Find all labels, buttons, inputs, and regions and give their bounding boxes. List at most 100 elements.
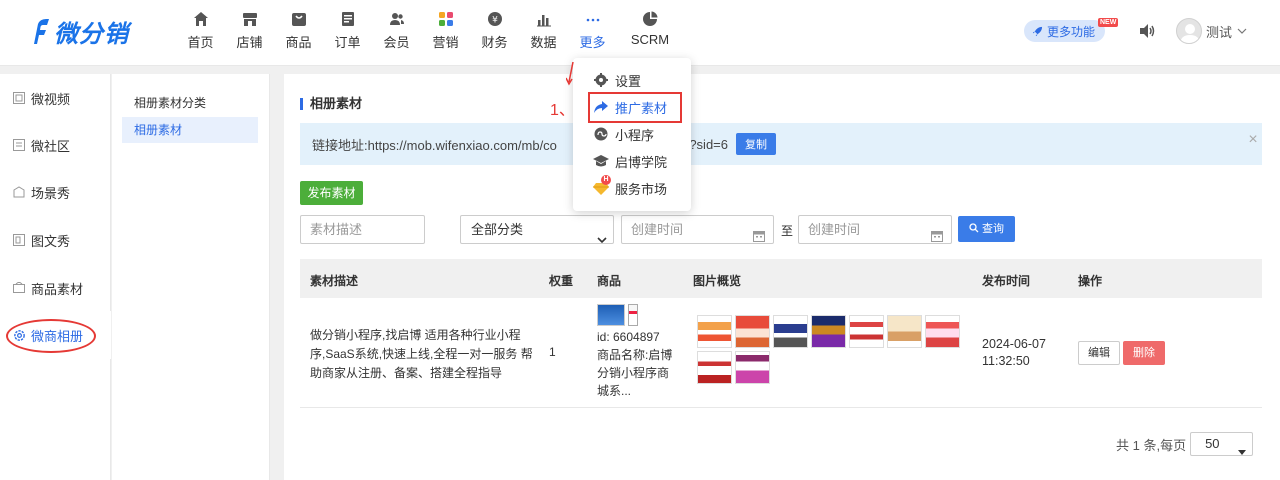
left-sidebar: 微视频 微社区 场景秀 图文秀 商品素材 微商相册 — [0, 74, 111, 480]
finance-icon: ¥ — [487, 8, 503, 30]
new-badge: NEW — [1098, 18, 1119, 27]
query-button[interactable]: 查询 — [958, 216, 1015, 242]
nav-item-finance[interactable]: ¥ 财务 — [470, 8, 519, 54]
page-size-select[interactable]: 50 — [1190, 432, 1254, 456]
sub-sidebar-title: 相册素材分类 — [134, 96, 207, 110]
home-icon — [193, 8, 209, 30]
nav-item-more[interactable]: 更多 — [568, 8, 617, 54]
menu-item-settings[interactable]: 设置 — [593, 69, 641, 91]
table-row: 做分销小程序,找启博 适用各种行业小程序,SaaS系统,快速上线,全程一对一服务… — [300, 298, 1262, 408]
date-range-to-label: 至 — [781, 224, 794, 238]
svg-text:¥: ¥ — [492, 16, 498, 26]
preview-thumbnail[interactable] — [697, 351, 732, 384]
marketing-icon — [438, 8, 454, 30]
preview-thumbnail[interactable] — [735, 351, 770, 384]
nav-label: SCRM — [630, 32, 670, 47]
start-time-input[interactable]: 创建时间 — [621, 215, 774, 244]
sub-sidebar: 相册素材分类 相册素材 — [112, 74, 270, 480]
more-dropdown-menu: 设置 推广素材 小程序 启博学院 H 服务市场 — [573, 58, 691, 211]
pagination: 共 1 条,每页 50 — [1116, 432, 1254, 456]
preview-thumbnail[interactable] — [887, 315, 922, 348]
nav-item-home[interactable]: 首页 — [176, 8, 225, 54]
edit-button[interactable]: 编辑 — [1078, 341, 1120, 365]
delete-button[interactable]: 删除 — [1123, 341, 1165, 365]
menu-item-label: 推广素材 — [615, 100, 668, 116]
sidebar-item-album[interactable]: 微商相册 — [0, 311, 111, 359]
close-icon[interactable]: × — [1244, 131, 1262, 149]
publish-date: 2024-06-07 — [982, 337, 1046, 351]
top-navigation-bar: 微分销 首页 店铺 商品 订单 会员 营销 ¥ 财务 数据 更多 SCRM 更多… — [0, 0, 1280, 66]
scrm-pie-icon — [642, 8, 658, 30]
nav-label: 商品 — [285, 35, 312, 50]
more-features-button[interactable]: 更多功能 — [1024, 20, 1106, 42]
sidebar-item-scene[interactable]: 场景秀 — [0, 168, 111, 216]
nav-item-member[interactable]: 会员 — [372, 8, 421, 54]
video-icon — [12, 91, 26, 105]
goods-images[interactable] — [597, 304, 679, 326]
menu-item-label: 服务市场 — [615, 181, 668, 197]
preview-thumbnail[interactable] — [735, 315, 770, 348]
nav-item-store[interactable]: 店铺 — [225, 8, 274, 54]
category-select[interactable]: 全部分类 — [460, 215, 614, 244]
menu-item-label: 设置 — [615, 73, 642, 89]
menu-item-promo-material[interactable]: 推广素材 — [593, 96, 667, 118]
sidebar-item-video[interactable]: 微视频 — [0, 74, 111, 122]
more-features-label: 更多功能 — [1047, 24, 1096, 39]
material-desc-input[interactable]: 素材描述 — [300, 215, 425, 244]
preview-thumbnail[interactable] — [697, 315, 732, 348]
end-time-placeholder: 创建时间 — [808, 222, 861, 237]
preview-thumbnail[interactable] — [811, 315, 846, 348]
search-icon — [969, 223, 979, 235]
preview-thumbnail[interactable] — [849, 315, 884, 348]
menu-item-service-market[interactable]: H 服务市场 — [593, 175, 668, 199]
nav-item-scrm[interactable]: SCRM — [617, 8, 683, 54]
data-icon — [536, 8, 552, 30]
menu-item-label: 小程序 — [615, 127, 655, 143]
nav-label: 店铺 — [236, 35, 263, 50]
goods-id: id: 6604897 — [597, 330, 660, 344]
sub-sidebar-item-album-material[interactable]: 相册素材 — [122, 117, 258, 143]
chevron-down-icon — [597, 226, 607, 253]
table-header: 素材描述 权重 商品 图片概览 发布时间 操作 — [300, 259, 1262, 298]
annotation-step-label: 1、 — [550, 102, 575, 119]
sidebar-item-material[interactable]: 商品素材 — [0, 264, 111, 312]
material-description: 做分销小程序,找启博 适用各种行业小程序,SaaS系统,快速上线,全程一对一服务… — [310, 328, 533, 380]
brand-logo[interactable]: 微分销 — [28, 14, 129, 49]
avatar — [1176, 18, 1202, 44]
goods-name: 商品名称:启博分销小程序商城系... — [597, 348, 673, 398]
annotation-arrow-icon — [566, 62, 574, 86]
user-name: 测试 — [1206, 24, 1233, 40]
mini-program-icon — [593, 126, 609, 142]
sidebar-item-article[interactable]: 图文秀 — [0, 216, 111, 264]
nav-label: 更多 — [579, 35, 606, 50]
nav-item-data[interactable]: 数据 — [519, 8, 568, 54]
logo-mark-icon — [28, 16, 50, 48]
column-header: 操作 — [1078, 274, 1103, 288]
album-gear-icon — [12, 328, 26, 342]
copy-button[interactable]: 复制 — [736, 133, 776, 155]
menu-item-mini-program[interactable]: 小程序 — [593, 123, 654, 145]
material-weight: 1 — [549, 345, 556, 359]
user-menu[interactable]: 测试 — [1176, 18, 1247, 44]
gear-icon — [593, 72, 609, 88]
calendar-icon — [753, 224, 765, 251]
goods-cell: id: 6604897 商品名称:启博分销小程序商城系... — [597, 304, 679, 400]
pagination-summary: 共 1 条,每页 — [1116, 437, 1187, 453]
main-nav: 首页 店铺 商品 订单 会员 营销 ¥ 财务 数据 更多 SCRM — [176, 8, 683, 54]
preview-thumbnail[interactable] — [773, 315, 808, 348]
hot-badge: H — [601, 175, 611, 185]
page-title: 相册素材 — [300, 97, 362, 110]
menu-item-academy[interactable]: 启博学院 — [593, 150, 667, 172]
sidebar-item-label: 微社区 — [31, 138, 71, 154]
nav-item-marketing[interactable]: 营销 — [421, 8, 470, 54]
link-address-text: 链接地址:https://mob.wifenxiao.com/mb/co — [312, 137, 557, 153]
nav-label: 营销 — [432, 35, 459, 50]
nav-item-order[interactable]: 订单 — [323, 8, 372, 54]
nav-item-goods[interactable]: 商品 — [274, 8, 323, 54]
end-time-input[interactable]: 创建时间 — [798, 215, 952, 244]
sidebar-item-label: 微商相册 — [31, 328, 84, 344]
publish-material-button[interactable]: 发布素材 — [300, 181, 363, 205]
preview-thumbnail[interactable] — [925, 315, 960, 348]
speaker-icon[interactable] — [1138, 22, 1156, 43]
sidebar-item-community[interactable]: 微社区 — [0, 121, 111, 169]
